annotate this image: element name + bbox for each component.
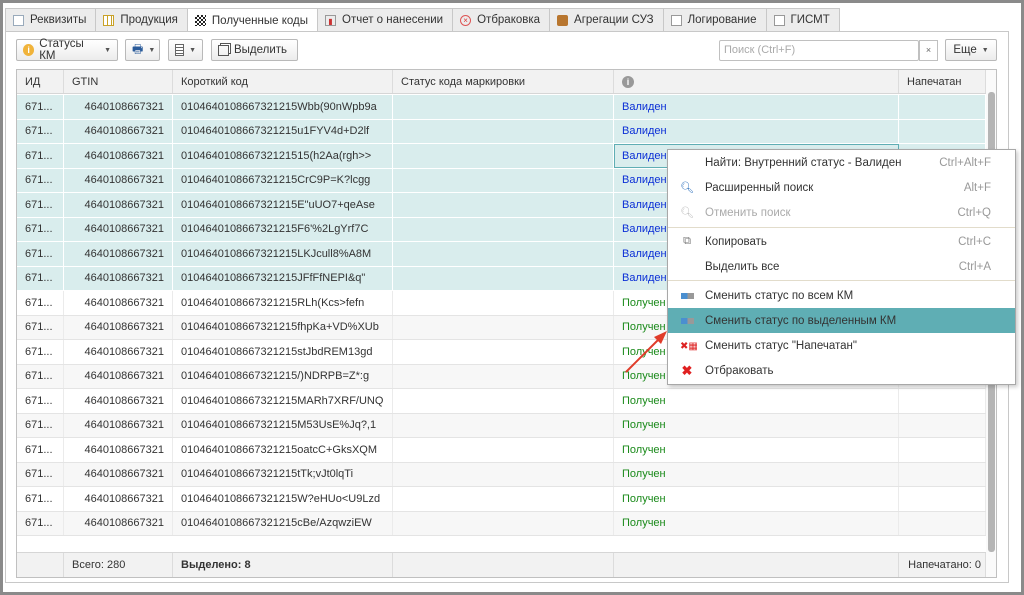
annotation-arrow [625,331,667,373]
